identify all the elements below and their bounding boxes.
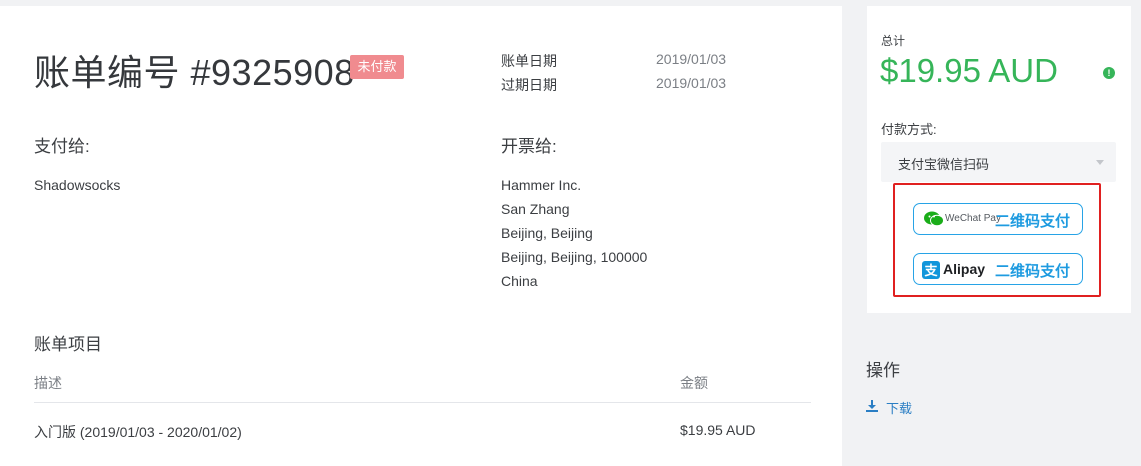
- due-date-label: 过期日期: [501, 77, 557, 93]
- bill-to-line: Beijing, Beijing: [501, 225, 593, 241]
- total-label: 总计: [881, 34, 906, 48]
- alipay-button-label: 二维码支付: [995, 263, 1071, 280]
- pay-to-heading: 支付给:: [34, 137, 90, 156]
- column-header-description: 描述: [34, 375, 62, 391]
- pay-to-name: Shadowsocks: [34, 177, 121, 193]
- invoice-date-label: 账单日期: [501, 53, 557, 69]
- items-divider: [34, 402, 811, 403]
- svg-text:支: 支: [923, 263, 938, 279]
- column-header-amount: 金额: [680, 375, 708, 391]
- actions-heading: 操作: [866, 361, 900, 380]
- bill-to-line: San Zhang: [501, 201, 570, 217]
- payment-method-selected: 支付宝微信扫码: [898, 157, 990, 172]
- payment-method-label: 付款方式:: [881, 122, 937, 137]
- payment-method-select[interactable]: 支付宝微信扫码: [881, 142, 1116, 182]
- alipay-brand: Alipay: [943, 261, 986, 277]
- bill-to-line: China: [501, 273, 538, 289]
- items-heading: 账单项目: [34, 335, 102, 354]
- wechat-pay-icon: [924, 211, 944, 232]
- status-badge: 未付款: [350, 55, 404, 79]
- bill-to-heading: 开票给:: [501, 137, 557, 156]
- download-icon: [866, 400, 878, 415]
- alipay-icon: 支: [922, 261, 940, 284]
- payment-card: 总计 $19.95 AUD ! 付款方式: 支付宝微信扫码 WeChat Pay…: [867, 6, 1131, 313]
- wechat-pay-qr-button[interactable]: WeChat Pay 二维码支付: [913, 203, 1083, 235]
- download-label: 下载: [886, 401, 913, 416]
- wechat-pay-button-label: 二维码支付: [995, 213, 1071, 230]
- invoice-date-value: 2019/01/03: [656, 51, 727, 67]
- alert-icon: !: [1103, 67, 1115, 79]
- highlight-box: WeChat Pay 二维码支付 支 Alipay 二维码支付: [893, 183, 1101, 297]
- item-amount: $19.95 AUD: [680, 422, 756, 438]
- alipay-qr-button[interactable]: 支 Alipay 二维码支付: [913, 253, 1083, 285]
- chevron-down-icon: [1096, 160, 1104, 165]
- bill-to-line: Hammer Inc.: [501, 177, 582, 193]
- wechat-pay-brand: WeChat Pay: [945, 213, 1001, 224]
- due-date-value: 2019/01/03: [656, 75, 727, 91]
- item-description: 入门版 (2019/01/03 - 2020/01/02): [34, 424, 242, 440]
- total-amount: $19.95 AUD: [880, 52, 1058, 89]
- page-title: 账单编号 #9325908: [34, 52, 355, 93]
- bill-to-line: Beijing, Beijing, 100000: [501, 249, 648, 265]
